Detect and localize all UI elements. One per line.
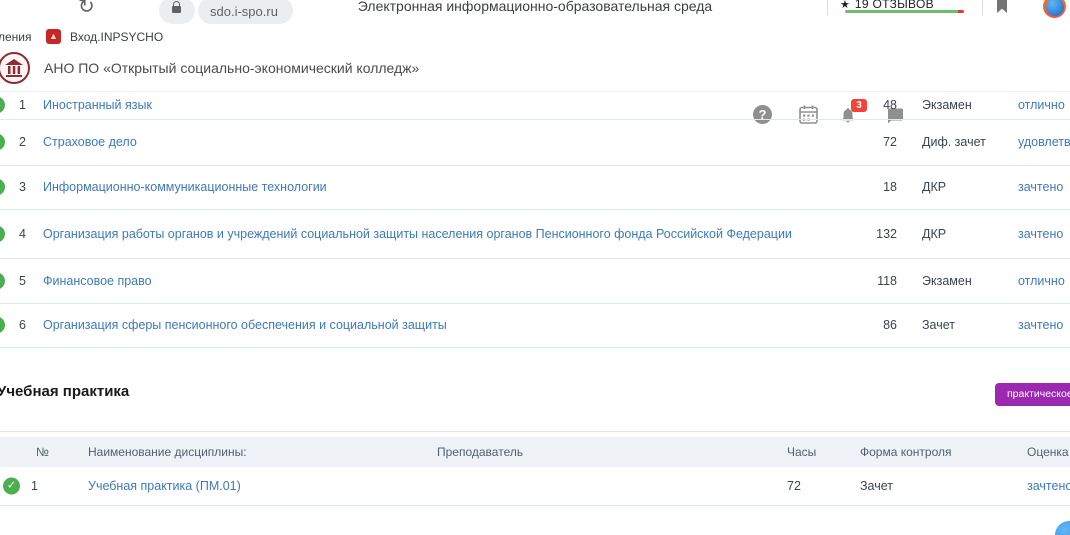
control-form-value: ДКР [922,227,946,241]
header-control: Форма контроля [860,445,952,459]
header-teacher: Преподаватель [437,445,523,459]
table-row: ✓ 1 Иностранный язык 48 Экзамен отлично [0,90,1070,120]
profile-avatar[interactable] [1043,0,1066,18]
header-number: № [36,445,49,459]
header-grade: Оценка [1027,445,1069,459]
hours-value: 72 [787,479,801,493]
reviews-button[interactable]: ★19 ОТЗЫВОВ [840,0,970,13]
toolbar-divider [982,0,983,15]
status-check-icon: ✓ [3,478,20,495]
status-check-icon: ✓ [0,272,5,289]
grade-link[interactable]: отлично [1018,274,1065,288]
hours-value: 86 [855,318,897,332]
control-form-value: Экзамен [922,98,972,112]
section-title: Учебная практика [0,383,129,400]
control-form-value: Зачет [922,318,955,332]
grade-link[interactable]: зачтено [1027,479,1070,493]
bookmark-item-partial[interactable]: ления [0,30,32,44]
bookmark-item-inpsycho[interactable]: Вход.INPSYCHO [70,30,163,44]
hours-value: 132 [855,227,897,241]
rating-bar [845,10,964,13]
hours-value: 118 [855,274,897,288]
header-hours: Часы [787,445,816,459]
browser-toolbar: ↻ sdo.i-spo.ru Электронная информационно… [0,0,1070,27]
discipline-link[interactable]: Учебная практика (ПМ.01) [88,477,848,495]
discipline-link[interactable]: Иностранный язык [43,95,803,113]
row-number: 1 [31,479,38,493]
discipline-link[interactable]: Организация работы органов и учреждений … [43,224,803,242]
avatar-image [1046,0,1064,16]
grade-link[interactable]: удовлетворительно [1018,135,1070,149]
college-logo [0,52,30,84]
control-form-value: ДКР [922,180,946,194]
discipline-link[interactable]: Финансовое право [43,271,803,289]
discipline-link[interactable]: Организация сферы пенсионного обеспечени… [43,316,803,334]
row-number: 5 [19,274,26,288]
hours-value: 48 [855,98,897,112]
header-discipline: Наименование дисциплины: [88,445,247,459]
hours-value: 18 [855,180,897,194]
site-header: АНО ПО «Открытый социально-экономический… [0,47,1070,92]
browser-window: ↻ sdo.i-spo.ru Электронная информационно… [0,0,1070,535]
table-divider [0,431,1070,432]
bookmarks-bar: ления ▲ Вход.INPSYCHO [0,27,1070,48]
status-check-icon: ✓ [0,179,5,196]
organization-name: АНО ПО «Открытый социально-экономический… [44,60,419,76]
control-form-value: Экзамен [922,274,972,288]
grade-link[interactable]: зачтено [1018,180,1063,194]
row-number: 2 [19,135,26,149]
grade-link[interactable]: отлично [1018,98,1065,112]
status-check-icon: ✓ [0,96,5,113]
control-form-value: Зачет [860,479,893,493]
grade-link[interactable]: зачтено [1018,318,1063,332]
status-check-icon: ✓ [0,317,5,334]
floating-action-button[interactable] [1055,521,1070,535]
discipline-link[interactable]: Страховое дело [43,133,803,151]
table-row: ✓ 6 Организация сферы пенсионного обеспе… [0,303,1070,348]
status-check-icon: ✓ [0,225,5,242]
toolbar-divider [827,0,828,15]
table-row: ✓ 3 Информационно-коммуникационные техно… [0,165,1070,210]
table-row: ✓ 5 Финансовое право 118 Экзамен отлично [0,258,1070,304]
hours-value: 72 [855,135,897,149]
row-number: 6 [19,318,26,332]
row-number: 1 [19,98,26,112]
status-check-icon: ✓ [0,134,5,151]
table-header-row: № Наименование дисциплины: Преподаватель… [0,437,1070,467]
row-number: 3 [19,180,26,194]
row-number: 4 [19,227,26,241]
control-form-value: Диф. зачет [922,135,986,149]
practice-type-badge: практическое [995,383,1070,406]
table-row: ✓ 1 Учебная практика (ПМ.01) 72 Зачет за… [0,467,1070,506]
discipline-link[interactable]: Информационно-коммуникационные технологи… [43,178,803,196]
grade-link[interactable]: зачтено [1018,227,1063,241]
table-row: ✓ 4 Организация работы органов и учрежде… [0,209,1070,259]
table-row: ✓ 2 Страховое дело 72 Диф. зачет удовлет… [0,119,1070,166]
bookmark-icon[interactable] [994,0,1010,14]
bookmark-favicon: ▲ [46,29,61,44]
